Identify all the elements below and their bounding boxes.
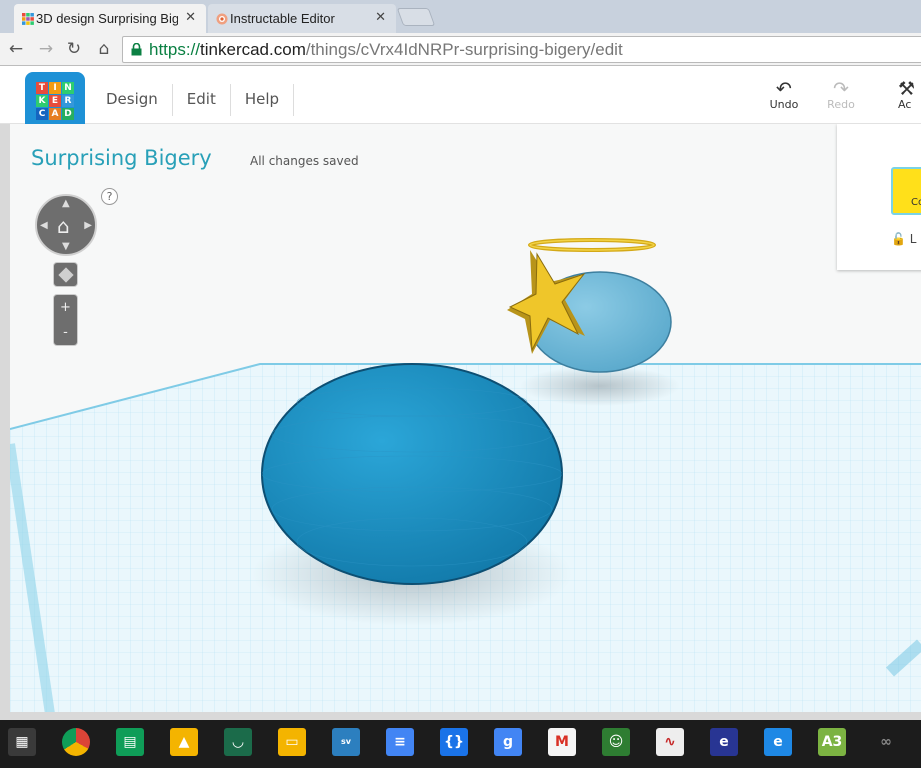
orbit-down-icon[interactable]: ▼ [62, 241, 70, 252]
tab-title: 3D design Surprising Big [36, 11, 178, 26]
tinkercad-favicon-icon [22, 13, 34, 25]
sparkvue-icon[interactable]: sv [332, 728, 360, 756]
color-swatch[interactable]: Co [891, 167, 921, 215]
lock-icon [131, 43, 142, 56]
code-icon[interactable]: {} [440, 728, 468, 756]
lock-toggle[interactable]: 🔓 L [891, 232, 916, 246]
logo-letter: R [62, 95, 74, 107]
browser-tab-strip: 3D design Surprising Big ✕ Instructable … [0, 0, 921, 33]
home-view-icon[interactable]: ⌂ [57, 214, 70, 238]
hammer-icon: ⚒ [898, 80, 916, 100]
apps-launcher-icon[interactable]: ▦ [8, 728, 36, 756]
geogebra-icon[interactable]: ◡ [224, 728, 252, 756]
blue-ellipsoid[interactable] [261, 363, 563, 585]
url-scheme: https:// [149, 40, 201, 59]
forward-icon[interactable]: → [36, 39, 56, 59]
unlock-icon: 🔓 [891, 232, 906, 246]
view-navigation-control[interactable]: ▲ ▼ ◀ ▶ ⌂ [35, 194, 97, 256]
main-menu: Design Edit Help [92, 84, 295, 116]
a3-icon[interactable]: A3 [818, 728, 846, 756]
docs-icon[interactable]: ≡ [386, 728, 414, 756]
menu-design[interactable]: Design [92, 84, 173, 116]
help-icon[interactable]: ? [101, 188, 118, 205]
tab-title: Instructable Editor [230, 11, 335, 26]
swatch-label: Co [911, 197, 921, 208]
orbit-left-icon[interactable]: ◀ [40, 220, 48, 231]
lock-label: L [909, 232, 917, 246]
new-tab-button[interactable] [396, 8, 436, 26]
slides-icon[interactable]: ▭ [278, 728, 306, 756]
logo-letter: I [49, 82, 61, 94]
math-e-icon[interactable]: e [710, 728, 738, 756]
logo-letter: T [36, 82, 48, 94]
tab-instructable-editor[interactable]: Instructable Editor ✕ [208, 4, 396, 33]
logo-letter: A [49, 108, 61, 120]
google-search-icon[interactable]: g [494, 728, 522, 756]
app-header: T I N K E R C A D Design Edit Help ↶ Und… [0, 66, 921, 132]
gmail-icon[interactable]: M [548, 728, 576, 756]
orbit-up-icon[interactable]: ▲ [62, 198, 70, 209]
logo-letter: N [62, 82, 74, 94]
zoom-control: + - [53, 294, 78, 346]
menu-edit[interactable]: Edit [173, 84, 231, 116]
sheets-icon[interactable]: ▤ [116, 728, 144, 756]
logo-letter: D [62, 108, 74, 120]
redo-icon: ↷ [833, 78, 849, 100]
save-status: All changes saved [250, 154, 359, 168]
undo-label: Undo [769, 98, 799, 111]
browser-toolbar: ← → ↻ ⌂ https://tinkercad.com/things/cVr… [0, 33, 921, 66]
drive-icon[interactable]: ▲ [170, 728, 198, 756]
zoom-out-button[interactable]: - [54, 320, 77, 345]
shape-inspector-panel: Co 🔓 L [837, 124, 921, 270]
classroom-icon[interactable]: ☺ [602, 728, 630, 756]
url-text: https://tinkercad.com/things/cVrx4IdNRPr… [149, 40, 623, 60]
more-icon[interactable]: ∞ [872, 728, 900, 756]
view-cube-button[interactable] [53, 262, 78, 287]
tab-close-icon[interactable]: ✕ [185, 10, 196, 25]
cube-icon [58, 267, 74, 283]
graph-icon[interactable]: ∿ [656, 728, 684, 756]
menu-help[interactable]: Help [231, 84, 295, 116]
redo-button[interactable]: ↷ Redo [821, 78, 861, 112]
url-path: /things/cVrx4IdNRPr-surprising-bigery/ed… [305, 40, 623, 59]
tab-close-icon[interactable]: ✕ [375, 10, 386, 25]
logo-letter: C [36, 108, 48, 120]
design-title[interactable]: Surprising Bigery [31, 146, 212, 170]
orbit-right-icon[interactable]: ▶ [84, 220, 92, 231]
add-button[interactable]: ⚒ Ac [898, 80, 921, 111]
tab-3d-design[interactable]: 3D design Surprising Big ✕ [14, 4, 206, 33]
e-icon[interactable]: e [764, 728, 792, 756]
undo-icon: ↶ [776, 78, 792, 100]
address-bar[interactable]: https://tinkercad.com/things/cVrx4IdNRPr… [122, 36, 921, 63]
scene-3d[interactable] [10, 124, 921, 712]
undo-button[interactable]: ↶ Undo [764, 78, 804, 112]
reload-icon[interactable]: ↻ [64, 39, 84, 59]
logo-letter: K [36, 95, 48, 107]
add-label: Ac [898, 98, 912, 111]
chrome-icon[interactable] [62, 728, 90, 756]
back-icon[interactable]: ← [6, 39, 26, 59]
tinkercad-logo[interactable]: T I N K E R C A D [25, 72, 85, 132]
instructables-favicon-icon [216, 13, 228, 25]
redo-label: Redo [827, 98, 855, 111]
zoom-in-button[interactable]: + [54, 295, 77, 320]
workplane-canvas[interactable]: Surprising Bigery All changes saved ▲ ▼ … [10, 124, 921, 712]
os-taskbar: ▦ ▤ ▲ ◡ ▭ sv ≡ {} g M ☺ ∿ e e A3 ∞ [0, 720, 921, 768]
logo-letter: E [49, 95, 61, 107]
home-icon[interactable]: ⌂ [94, 39, 114, 59]
url-host: tinkercad.com [200, 40, 306, 59]
